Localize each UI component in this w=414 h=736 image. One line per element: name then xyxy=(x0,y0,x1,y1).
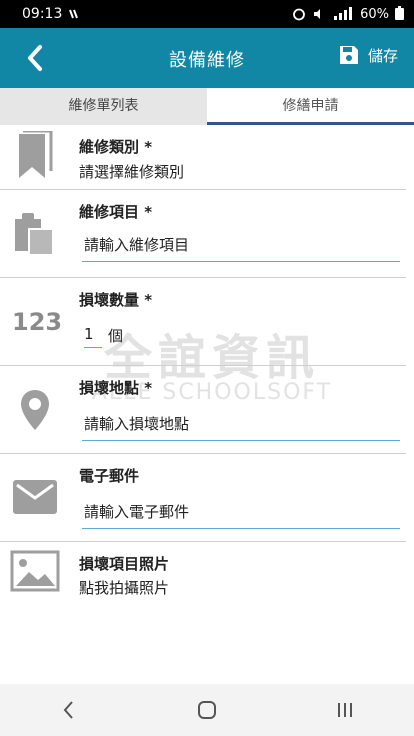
email-label: 電子郵件 xyxy=(79,467,140,485)
tab-repair-list[interactable]: 維修單列表 xyxy=(0,88,207,125)
location-label: 損壞地點 * xyxy=(79,379,153,397)
quantity-input[interactable]: 1 xyxy=(84,325,102,348)
location-row: 損壞地點 * 請輸入損壞地點 xyxy=(0,366,406,454)
clipboard-copy-icon xyxy=(10,208,60,258)
nav-back-icon[interactable] xyxy=(57,698,81,722)
category-select[interactable]: 請選擇維修類別 xyxy=(79,161,184,182)
numbers-123-icon: 123 xyxy=(8,296,64,346)
location-pin-icon xyxy=(10,386,60,436)
take-photo-action[interactable]: 點我拍攝照片 xyxy=(79,577,169,598)
category-label: 維修類別 * xyxy=(79,138,153,156)
tab-bar: 維修單列表 修繕申請 xyxy=(0,88,414,125)
email-row: 電子郵件 請輸入電子郵件 xyxy=(0,454,406,542)
email-input[interactable]: 請輸入電子郵件 xyxy=(82,501,400,529)
envelope-icon xyxy=(10,472,60,522)
signal-icon xyxy=(334,7,353,20)
photo-row[interactable]: 損壞項目照片 點我拍攝照片 xyxy=(0,542,406,614)
system-nav-bar xyxy=(0,684,414,736)
save-button[interactable]: 儲存 xyxy=(338,44,398,66)
image-icon xyxy=(10,546,60,596)
status-time: 09:13 xyxy=(22,6,63,22)
item-row: 維修項目 * 請輸入維修項目 xyxy=(0,190,406,278)
nav-recents-icon[interactable] xyxy=(333,698,357,722)
wifi-calling-icon xyxy=(69,9,79,19)
svg-text:123: 123 xyxy=(12,308,62,336)
quantity-row: 123 損壞數量 * 1 個 xyxy=(0,278,406,366)
quantity-unit: 個 xyxy=(108,327,124,345)
battery-percent: 60% xyxy=(360,6,389,22)
save-label: 儲存 xyxy=(367,46,398,65)
quantity-label: 損壞數量 * xyxy=(79,291,153,309)
category-row[interactable]: 維修類別 * 請選擇維修類別 xyxy=(0,125,406,190)
location-input[interactable]: 請輸入損壞地點 xyxy=(82,413,400,441)
save-icon xyxy=(339,46,358,64)
nav-home-icon[interactable] xyxy=(195,698,219,722)
tab-repair-request[interactable]: 修繕申請 xyxy=(207,88,414,125)
alarm-icon xyxy=(293,8,305,21)
mute-icon xyxy=(314,9,321,19)
item-label: 維修項目 * xyxy=(79,203,153,221)
status-bar: 09:13 60% xyxy=(0,0,414,28)
app-bar: 設備維修 儲存 xyxy=(0,28,414,88)
photo-label: 損壞項目照片 xyxy=(79,555,170,573)
battery-icon xyxy=(395,6,404,20)
bookmark-icon xyxy=(10,131,60,181)
item-input[interactable]: 請輸入維修項目 xyxy=(82,234,400,262)
